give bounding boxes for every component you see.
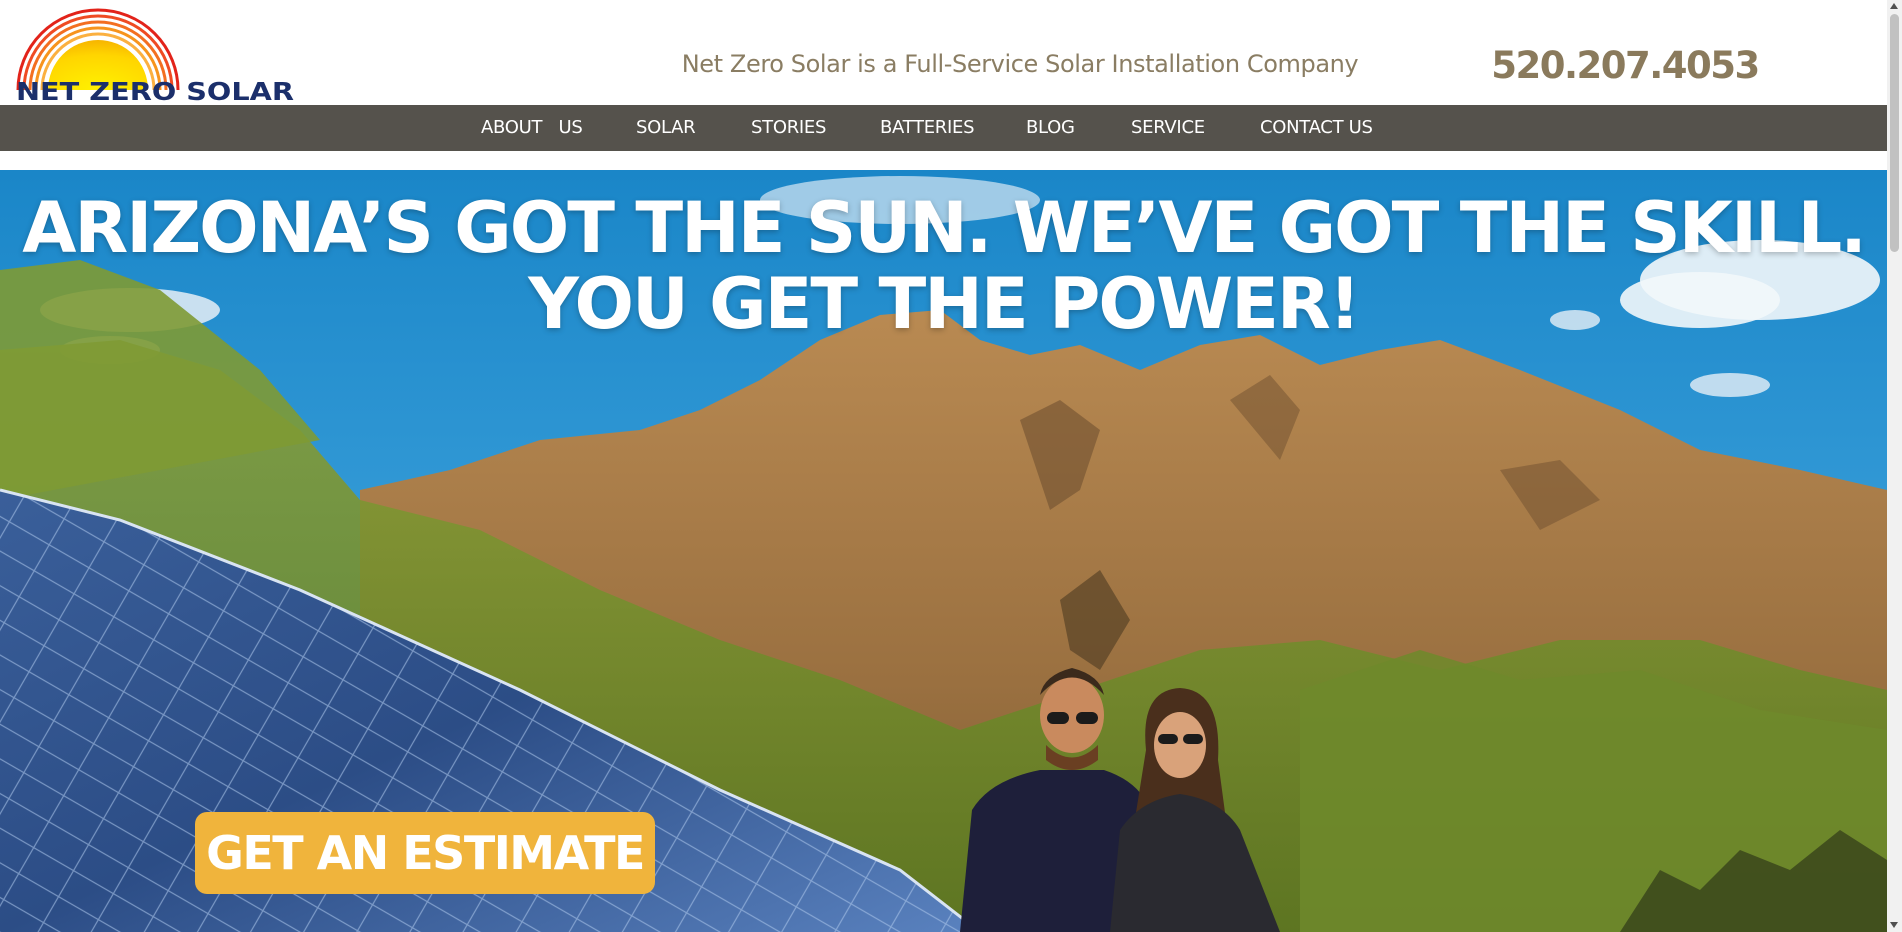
nav-item-about-us[interactable]: ABOUT US bbox=[481, 105, 583, 151]
headline-line-2: YOU GET THE POWER! bbox=[528, 263, 1361, 345]
net-zero-solar-logo[interactable]: NET ZERO SOLAR bbox=[10, 8, 296, 104]
nav-item-contact-us[interactable]: CONTACT US bbox=[1260, 105, 1373, 151]
nav-item-blog[interactable]: BLOG bbox=[1026, 105, 1075, 151]
nav-item-batteries[interactable]: BATTERIES bbox=[880, 105, 975, 151]
nav-item-solar[interactable]: SOLAR bbox=[636, 105, 696, 151]
headline-line-1: ARIZONA’S GOT THE SUN. WE’VE GOT THE SKI… bbox=[22, 187, 1867, 269]
logo-text: NET ZERO SOLAR bbox=[16, 77, 294, 104]
hero-headline: ARIZONA’S GOT THE SUN. WE’VE GOT THE SKI… bbox=[0, 190, 1887, 342]
site-header: NET ZERO SOLAR Net Zero Solar is a Full-… bbox=[0, 0, 1887, 105]
nav-item-stories[interactable]: STORIES bbox=[751, 105, 826, 151]
scroll-up-arrow-icon[interactable] bbox=[1890, 3, 1898, 9]
nav-item-service[interactable]: SERVICE bbox=[1131, 105, 1205, 151]
vertical-scrollbar[interactable] bbox=[1887, 0, 1902, 932]
hero-banner: ARIZONA’S GOT THE SUN. WE’VE GOT THE SKI… bbox=[0, 170, 1887, 932]
tagline: Net Zero Solar is a Full-Service Solar I… bbox=[681, 50, 1359, 78]
get-estimate-button[interactable]: GET AN ESTIMATE bbox=[195, 812, 655, 894]
scrollbar-thumb[interactable] bbox=[1890, 14, 1899, 252]
phone-number-link[interactable]: 520.207.4053 bbox=[1490, 44, 1760, 87]
scroll-down-arrow-icon[interactable] bbox=[1890, 922, 1898, 928]
main-navigation: ABOUT US SOLAR STORIES BATTERIES BLOG SE… bbox=[0, 105, 1887, 151]
